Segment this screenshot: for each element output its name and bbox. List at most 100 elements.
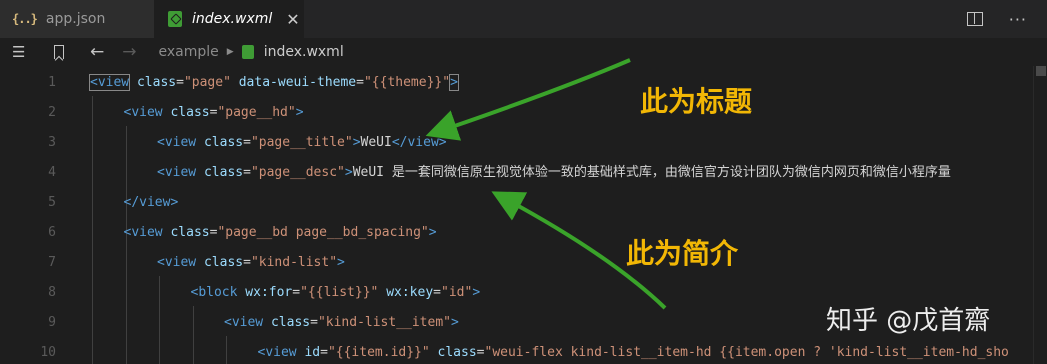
code-text: <view id="{{item.id}}" class="weui-flex … [258,338,1009,364]
code-token: > [337,255,345,270]
code-token: <view [224,315,264,330]
back-arrow-icon[interactable]: ← [90,42,104,62]
code-token: "weui-flex kind-list__item-hd {{item.ope… [484,345,1009,360]
code-token: class [170,225,210,240]
code-token: "kind-list" [250,255,338,270]
tab-label: app.json [45,11,106,27]
tab-bar: {..} app.json index.wxml ✕ ··· [0,0,1047,38]
chevron-right-icon: ▶ [226,47,234,57]
code-token: > [472,285,481,300]
code-token: "page__desc" [250,165,345,180]
list-icon[interactable]: ☰ [12,43,32,61]
breadcrumb: ☰ ← → example ▶ index.wxml [0,38,1047,66]
code-line[interactable]: 7 <view class="kind-list"> [0,248,1047,278]
code-token: <view [157,165,197,180]
code-token: class [437,345,477,360]
code-token: = [243,135,251,150]
wxml-file-icon [241,45,254,59]
code-line[interactable]: 5 </view> [0,188,1047,218]
code-line[interactable]: 6 <view class="page__bd page__bd_spacing"… [0,218,1047,248]
code-token: > [295,105,304,120]
code-token: wx:key [386,285,434,300]
code-token: = [292,285,301,300]
code-text: <view class="page__hd"> [124,98,304,128]
split-editor-icon[interactable] [966,12,983,26]
code-token: <view [123,105,163,120]
tab-index-wxml[interactable]: index.wxml ✕ [154,0,304,38]
line-number: 4 [48,165,56,180]
breadcrumb-file[interactable]: index.wxml [264,44,344,60]
vertical-scrollbar[interactable] [1033,66,1047,364]
code-token: class [203,165,244,180]
code-token: = [176,75,184,90]
code-token: = [356,75,364,90]
code-token: wx:for [245,285,293,300]
code-token: class [170,105,210,120]
code-line[interactable]: 10 <view id="{{item.id}}" class="weui-fle… [0,338,1047,364]
code-text: <view class="page__desc">WeUI 是一套同微信原生视觉… [157,158,951,188]
code-token: <view [157,135,197,150]
line-number: 2 [48,105,56,120]
code-token: > [451,315,459,330]
code-token: <view [257,345,297,360]
code-text: <view class="page" data-weui-theme="{{th… [88,68,459,98]
code-line[interactable]: 1 <view class="page" data-weui-theme="{{t… [0,68,1047,98]
close-icon[interactable]: ✕ [286,10,299,29]
code-line[interactable]: 3 <view class="page__title">WeUI</view> [0,128,1047,158]
code-token: = [243,255,251,270]
code-token: id [304,345,321,360]
line-number: 5 [48,195,56,210]
code-token: </view> [391,135,447,150]
code-token: </view> [123,195,179,210]
code-token: "page__title" [250,135,353,150]
wxml-file-icon [168,11,182,27]
scrollbar-thumb[interactable] [1036,66,1046,76]
line-number: 3 [48,135,56,150]
line-number: 7 [48,255,56,270]
code-token: > [428,225,437,240]
bookmark-icon[interactable] [54,45,64,59]
code-token: > [344,165,353,180]
code-token: "kind-list__item" [317,315,451,330]
tab-label: index.wxml [192,11,273,27]
code-token: = [243,165,251,180]
code-token: WeUI [360,135,392,150]
desc-annotation: 此为简介 [626,237,739,270]
code-text: <view class="page__title">WeUI</view> [157,128,447,158]
code-token: "id" [441,285,473,300]
code-token: "{{theme}}" [363,75,451,90]
code-token: "{{list}}" [300,285,379,300]
forward-arrow-icon[interactable]: → [122,42,136,62]
json-file-icon: {..} [12,12,38,26]
code-line[interactable]: 4 <view class="page__desc">WeUI 是一套同微信原生视… [0,158,1047,188]
code-token: > [449,74,459,91]
breadcrumb-folder[interactable]: example [159,44,219,60]
code-token: <view [157,255,197,270]
code-token: class [270,315,311,330]
code-token: <view [123,225,163,240]
code-token: "{{item.id}}" [327,345,430,360]
tab-app-json[interactable]: {..} app.json [0,0,154,38]
code-text: <block wx:for="{{list}}" wx:key="id"> [191,278,481,308]
line-number: 10 [40,345,56,360]
title-annotation: 此为标题 [640,85,753,118]
line-number: 9 [48,315,56,330]
code-token: WeUI 是一套同微信原生视觉体验一致的基础样式库，由微信官方设计团队为微信内网… [352,165,951,180]
code-line[interactable]: 2 <view class="page__hd"> [0,98,1047,128]
code-token: "page__bd page__bd_spacing" [217,225,429,240]
code-text: <view class="kind-list__item"> [224,308,459,338]
editor-actions: ··· [966,0,1047,38]
line-number: 1 [48,75,56,90]
line-number: 8 [48,285,56,300]
code-token: class [203,255,244,270]
code-text: <view class="page__bd page__bd_spacing"> [124,218,437,248]
code-token: = [433,285,441,300]
code-token: class [203,135,244,150]
more-actions-icon[interactable]: ··· [1009,10,1027,29]
code-token: > [352,135,361,150]
